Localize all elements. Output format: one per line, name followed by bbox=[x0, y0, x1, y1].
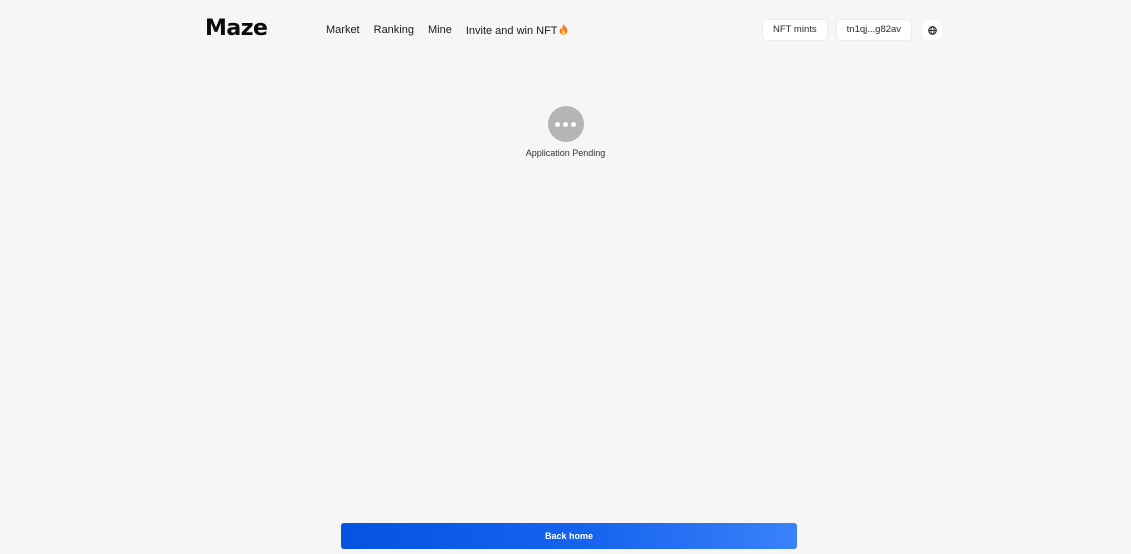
page: Maze Market Ranking Mine Invite and win … bbox=[0, 0, 1131, 554]
dot bbox=[555, 121, 560, 127]
back-home-button[interactable]: Back home bbox=[341, 523, 797, 549]
nav-item-market[interactable]: Market bbox=[326, 24, 360, 37]
nav-item-invite-label: Invite and win NFT bbox=[465, 25, 558, 37]
logo[interactable]: Maze bbox=[205, 16, 268, 41]
globe-icon bbox=[927, 25, 937, 35]
dot bbox=[563, 121, 568, 127]
fire-icon bbox=[559, 24, 567, 35]
status-text: Application Pending bbox=[525, 148, 606, 158]
nav-item-invite[interactable]: Invite and win NFT bbox=[466, 24, 568, 37]
nav-item-mine[interactable]: Mine bbox=[428, 24, 452, 37]
main-nav: Market Ranking Mine Invite and win NFT bbox=[326, 24, 568, 37]
nav-item-ranking[interactable]: Ranking bbox=[374, 24, 414, 37]
application-status: Application Pending bbox=[0, 106, 1131, 158]
header-actions: NFT mints tn1qj...g82av bbox=[762, 19, 943, 41]
more-dots-icon bbox=[547, 106, 584, 142]
dot bbox=[571, 121, 576, 127]
nft-mints-button[interactable]: NFT mints bbox=[762, 19, 828, 41]
wallet-address-button[interactable]: tn1qj...g82av bbox=[835, 19, 913, 41]
language-button[interactable] bbox=[922, 20, 943, 40]
